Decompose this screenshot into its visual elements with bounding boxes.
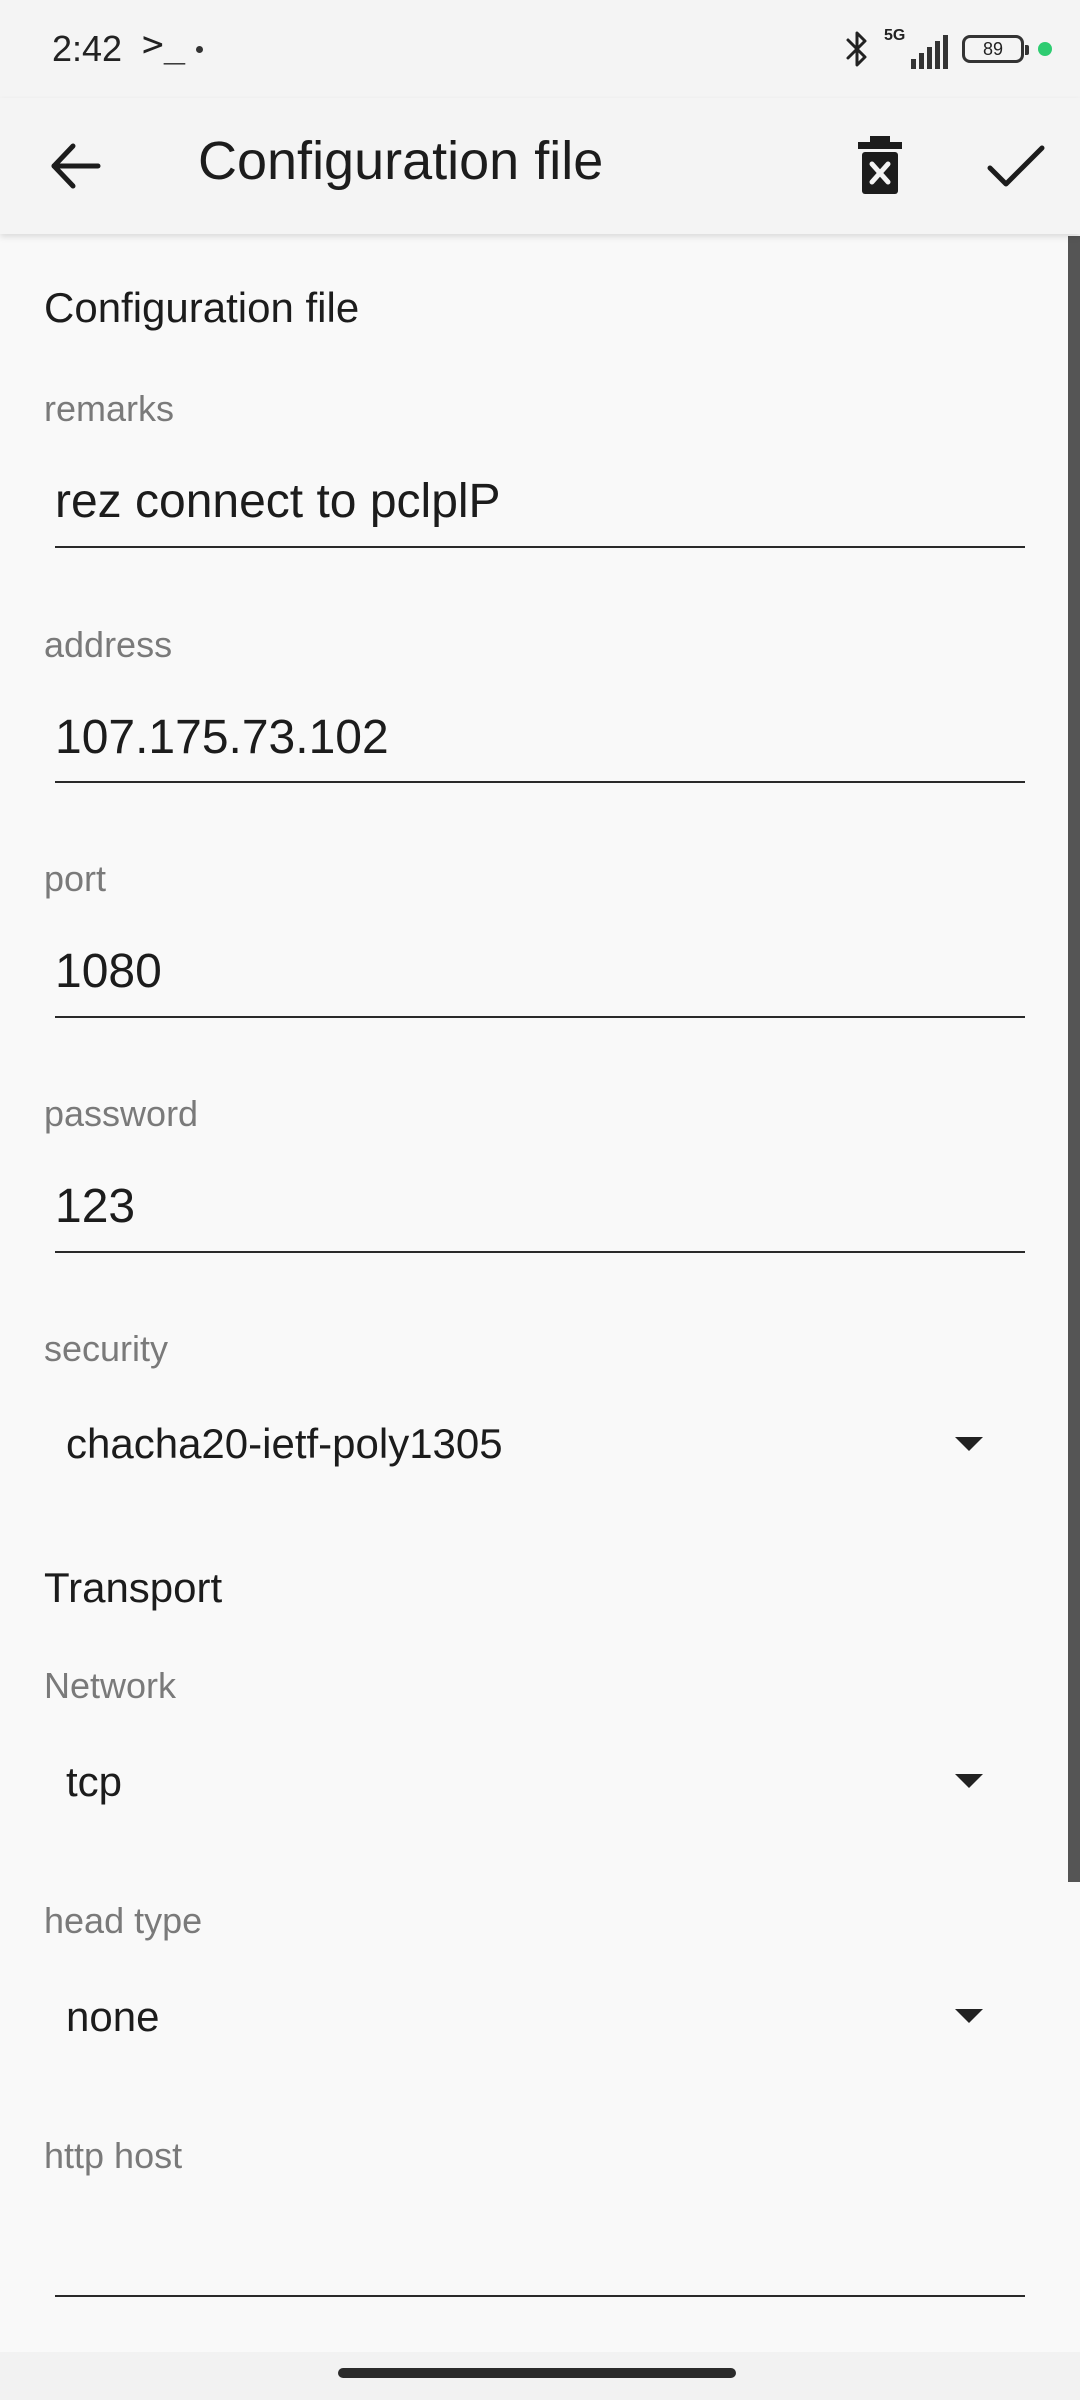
- app-bar: Configuration file: [0, 98, 1080, 234]
- port-label: port: [44, 858, 107, 899]
- section-title-transport: Transport: [44, 1564, 223, 1611]
- address-input[interactable]: 107.175.73.102: [55, 710, 389, 765]
- scrollbar[interactable]: [1068, 236, 1080, 1882]
- port-input[interactable]: 1080: [55, 944, 162, 999]
- head-type-label: head type: [44, 1900, 203, 1941]
- battery-level: 89: [982, 38, 1004, 59]
- battery-icon: 89: [962, 35, 1029, 63]
- security-label: security: [44, 1328, 169, 1369]
- address-label: address: [44, 624, 173, 665]
- section-title-configuration: Configuration file: [44, 284, 360, 331]
- network-select[interactable]: tcp: [66, 1758, 122, 1806]
- http-host-label: http host: [44, 2135, 183, 2176]
- remarks-underline: [55, 546, 1025, 548]
- password-input[interactable]: 123: [55, 1179, 135, 1234]
- signal-icon: 5G: [884, 27, 948, 69]
- delete-icon[interactable]: [850, 130, 910, 200]
- remarks-input[interactable]: rez connect to pclplP: [55, 474, 501, 529]
- bluetooth-icon: [846, 31, 867, 67]
- home-indicator[interactable]: [338, 2368, 736, 2378]
- back-arrow-icon[interactable]: [46, 136, 106, 196]
- page-title: Configuration file: [198, 131, 604, 191]
- head-type-select[interactable]: none: [66, 1993, 159, 2041]
- terminal-icon: >_: [142, 24, 186, 65]
- network-type: 5G: [884, 27, 906, 44]
- http-host-underline: [55, 2295, 1025, 2297]
- network-label: Network: [44, 1665, 177, 1706]
- network-dropdown-icon[interactable]: [955, 1774, 983, 1788]
- notification-dot-icon: [196, 46, 203, 53]
- password-label: password: [44, 1093, 199, 1134]
- head-type-dropdown-icon[interactable]: [955, 2009, 983, 2023]
- remarks-label: remarks: [44, 388, 175, 429]
- port-underline: [55, 1016, 1025, 1018]
- check-icon[interactable]: [984, 134, 1048, 198]
- green-dot-icon: [1038, 42, 1052, 56]
- password-underline: [55, 1251, 1025, 1253]
- screen: 2:42 >_ 5G 89 Configuration file Configu…: [0, 0, 1080, 2400]
- status-bar: 2:42 >_ 5G 89: [0, 0, 1080, 98]
- address-underline: [55, 781, 1025, 783]
- security-dropdown-icon[interactable]: [955, 1437, 983, 1451]
- status-icons: 5G 89: [844, 24, 1052, 74]
- security-select[interactable]: chacha20-ietf-poly1305: [66, 1420, 503, 1468]
- status-time: 2:42: [52, 28, 123, 69]
